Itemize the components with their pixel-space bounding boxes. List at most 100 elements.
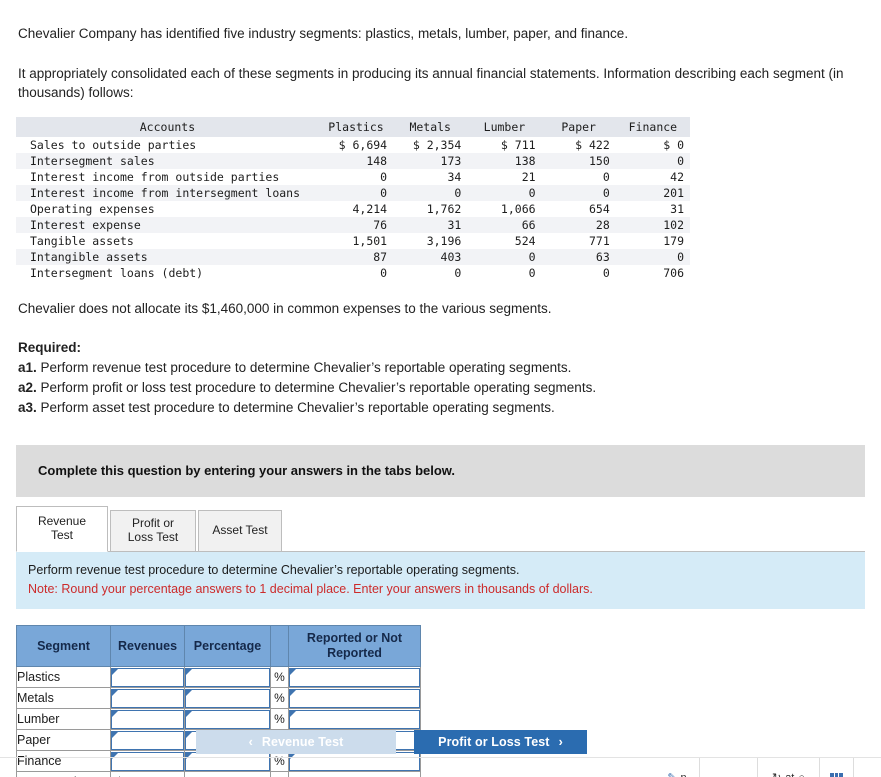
cell-plastics: 148	[366, 153, 388, 168]
tab-asset-test[interactable]: Asset Test	[198, 509, 282, 552]
revenues-input-cell-metals[interactable]	[110, 687, 185, 710]
total-label: Total	[16, 771, 111, 777]
cell-finance: 706	[663, 265, 684, 280]
table-row: Interest income from intersegment loans …	[16, 184, 690, 201]
revenues-input-finance[interactable]	[111, 751, 184, 771]
reported-input-metals[interactable]	[289, 688, 420, 708]
segment-table-header-row: Accounts Plastics Metals Lumber Paper Fi…	[16, 116, 690, 137]
tab-profit-or-loss-test[interactable]: Profit or Loss Test	[110, 509, 196, 552]
cell-metals: $ 2,354	[412, 137, 462, 152]
required-marker-a2: a2.	[18, 380, 37, 396]
cell-lumber: 0	[528, 249, 536, 264]
reported-input-cell-plastics[interactable]	[288, 666, 421, 689]
answer-table-head: Segment Revenues Percentage Reported or …	[16, 625, 421, 668]
percentage-input-cell-plastics[interactable]	[184, 666, 271, 689]
revenues-input-cell-finance[interactable]	[110, 750, 185, 773]
tab-navigation-bar: ‹ Revenue Test Profit or Loss Test ›	[0, 730, 881, 754]
row-label: Interest expense	[30, 217, 141, 232]
cell-metals: 31	[447, 217, 462, 232]
revenues-input-cell-lumber[interactable]	[110, 708, 185, 731]
cell-lumber: 524	[514, 233, 536, 248]
total-reported-blank	[288, 771, 421, 777]
cell-finance: 42	[670, 169, 684, 184]
percentage-input-cell-metals[interactable]	[184, 687, 271, 710]
cell-metals: 403	[440, 249, 462, 264]
circle-icon: ○	[798, 773, 805, 777]
segment-table-head: Accounts Plastics Metals Lumber Paper Fi…	[16, 116, 690, 137]
row-label: Tangible assets	[30, 233, 134, 248]
total-percent-sign: %	[270, 771, 289, 777]
row-label: Intangible assets	[30, 249, 148, 264]
next-profit-or-loss-test-button[interactable]: Profit or Loss Test ›	[414, 730, 587, 754]
col-header-metals: Metals	[393, 116, 468, 137]
toolbar-cell-grid[interactable]	[819, 758, 853, 777]
tab-instruction-line: Perform revenue test procedure to determ…	[28, 562, 520, 577]
segment-table-body: Sales to outside parties $ 6,694 $ 2,354…	[16, 136, 690, 281]
cell-paper: 63	[595, 249, 610, 264]
percentage-input-finance[interactable]	[185, 751, 270, 771]
answer-row-label-plastics: Plastics	[16, 666, 111, 689]
cell-finance: 0	[677, 249, 684, 264]
revenues-input-cell-plastics[interactable]	[110, 666, 185, 689]
row-label: Interest income from intersegment loans	[30, 185, 301, 200]
col-header-accounts: Accounts	[16, 116, 319, 137]
toolbar-cell-1[interactable]: ✎ n	[655, 758, 699, 777]
revenues-input-plastics[interactable]	[111, 667, 184, 687]
percent-sign-lumber: %	[270, 708, 289, 731]
percent-sign-metals: %	[270, 687, 289, 710]
chevron-right-icon: ›	[558, 735, 563, 749]
required-item-a1: a1. Perform revenue test procedure to de…	[18, 358, 863, 378]
table-row: Operating expenses 4,214 1,762 1,066 654…	[16, 200, 690, 217]
toolbar-cell-2[interactable]	[699, 758, 757, 777]
refresh-icon: ↻	[772, 773, 781, 777]
revenue-test-answer-table: Segment Revenues Percentage Reported or …	[16, 625, 421, 777]
cell-finance: 201	[663, 185, 684, 200]
cell-lumber: 66	[521, 217, 536, 232]
bottom-toolbar: ✎ n ↻ at ○	[655, 758, 881, 777]
toolbar-cell-4[interactable]	[853, 758, 881, 777]
percentage-input-plastics[interactable]	[185, 667, 270, 687]
percentage-input-lumber[interactable]	[185, 709, 270, 729]
answer-col-header-percentage: Percentage	[184, 625, 271, 668]
table-row: Intersegment loans (debt) 0 0 0 0 706	[16, 264, 690, 281]
reported-input-cell-metals[interactable]	[288, 687, 421, 710]
answer-col-header-segment: Segment	[16, 625, 111, 668]
percentage-input-cell-finance[interactable]	[184, 750, 271, 773]
col-header-lumber: Lumber	[467, 116, 542, 137]
cell-lumber: 138	[514, 153, 536, 168]
reported-input-plastics[interactable]	[289, 667, 420, 687]
cell-paper: 771	[588, 233, 610, 248]
table-row: Finance %	[16, 750, 421, 773]
required-text-a1: Perform revenue test procedure to determ…	[40, 359, 572, 375]
required-text-a3: Perform asset test procedure to determin…	[40, 400, 555, 416]
answer-col-header-percent-symbol	[270, 625, 289, 668]
reported-input-finance[interactable]	[289, 751, 420, 771]
prev-revenue-test-button[interactable]: ‹ Revenue Test	[196, 730, 396, 754]
reported-input-lumber[interactable]	[289, 709, 420, 729]
reported-input-cell-finance[interactable]	[288, 750, 421, 773]
reported-input-cell-lumber[interactable]	[288, 708, 421, 731]
percentage-input-cell-lumber[interactable]	[184, 708, 271, 731]
table-row: Plastics %	[16, 666, 421, 689]
chevron-left-icon: ‹	[248, 735, 253, 749]
cell-lumber: 21	[521, 169, 536, 184]
cell-plastics: 0	[380, 185, 388, 200]
pencil-icon: ✎	[667, 773, 676, 777]
percentage-input-metals[interactable]	[185, 688, 270, 708]
revenues-input-lumber[interactable]	[111, 709, 184, 729]
percent-sign-plastics: %	[270, 666, 289, 689]
row-label: Interest income from outside parties	[30, 169, 280, 184]
tab-revenue-test[interactable]: Revenue Test	[16, 505, 108, 552]
toolbar-cell-3[interactable]: ↻ at ○	[757, 758, 819, 777]
table-row: Metals %	[16, 687, 421, 710]
cell-metals: 0	[454, 265, 462, 280]
cell-metals: 34	[447, 169, 462, 184]
next-button-label: Profit or Loss Test	[438, 735, 550, 749]
question-page: Chevalier Company has identified five in…	[0, 0, 881, 777]
revenues-input-metals[interactable]	[111, 688, 184, 708]
cell-lumber: 0	[528, 185, 536, 200]
col-header-plastics: Plastics	[318, 116, 394, 137]
required-item-a2: a2. Perform profit or loss test procedur…	[18, 378, 863, 398]
tab-bar: Revenue Test Profit or Loss Test Asset T…	[16, 505, 881, 552]
percent-sign-finance: %	[270, 750, 289, 773]
